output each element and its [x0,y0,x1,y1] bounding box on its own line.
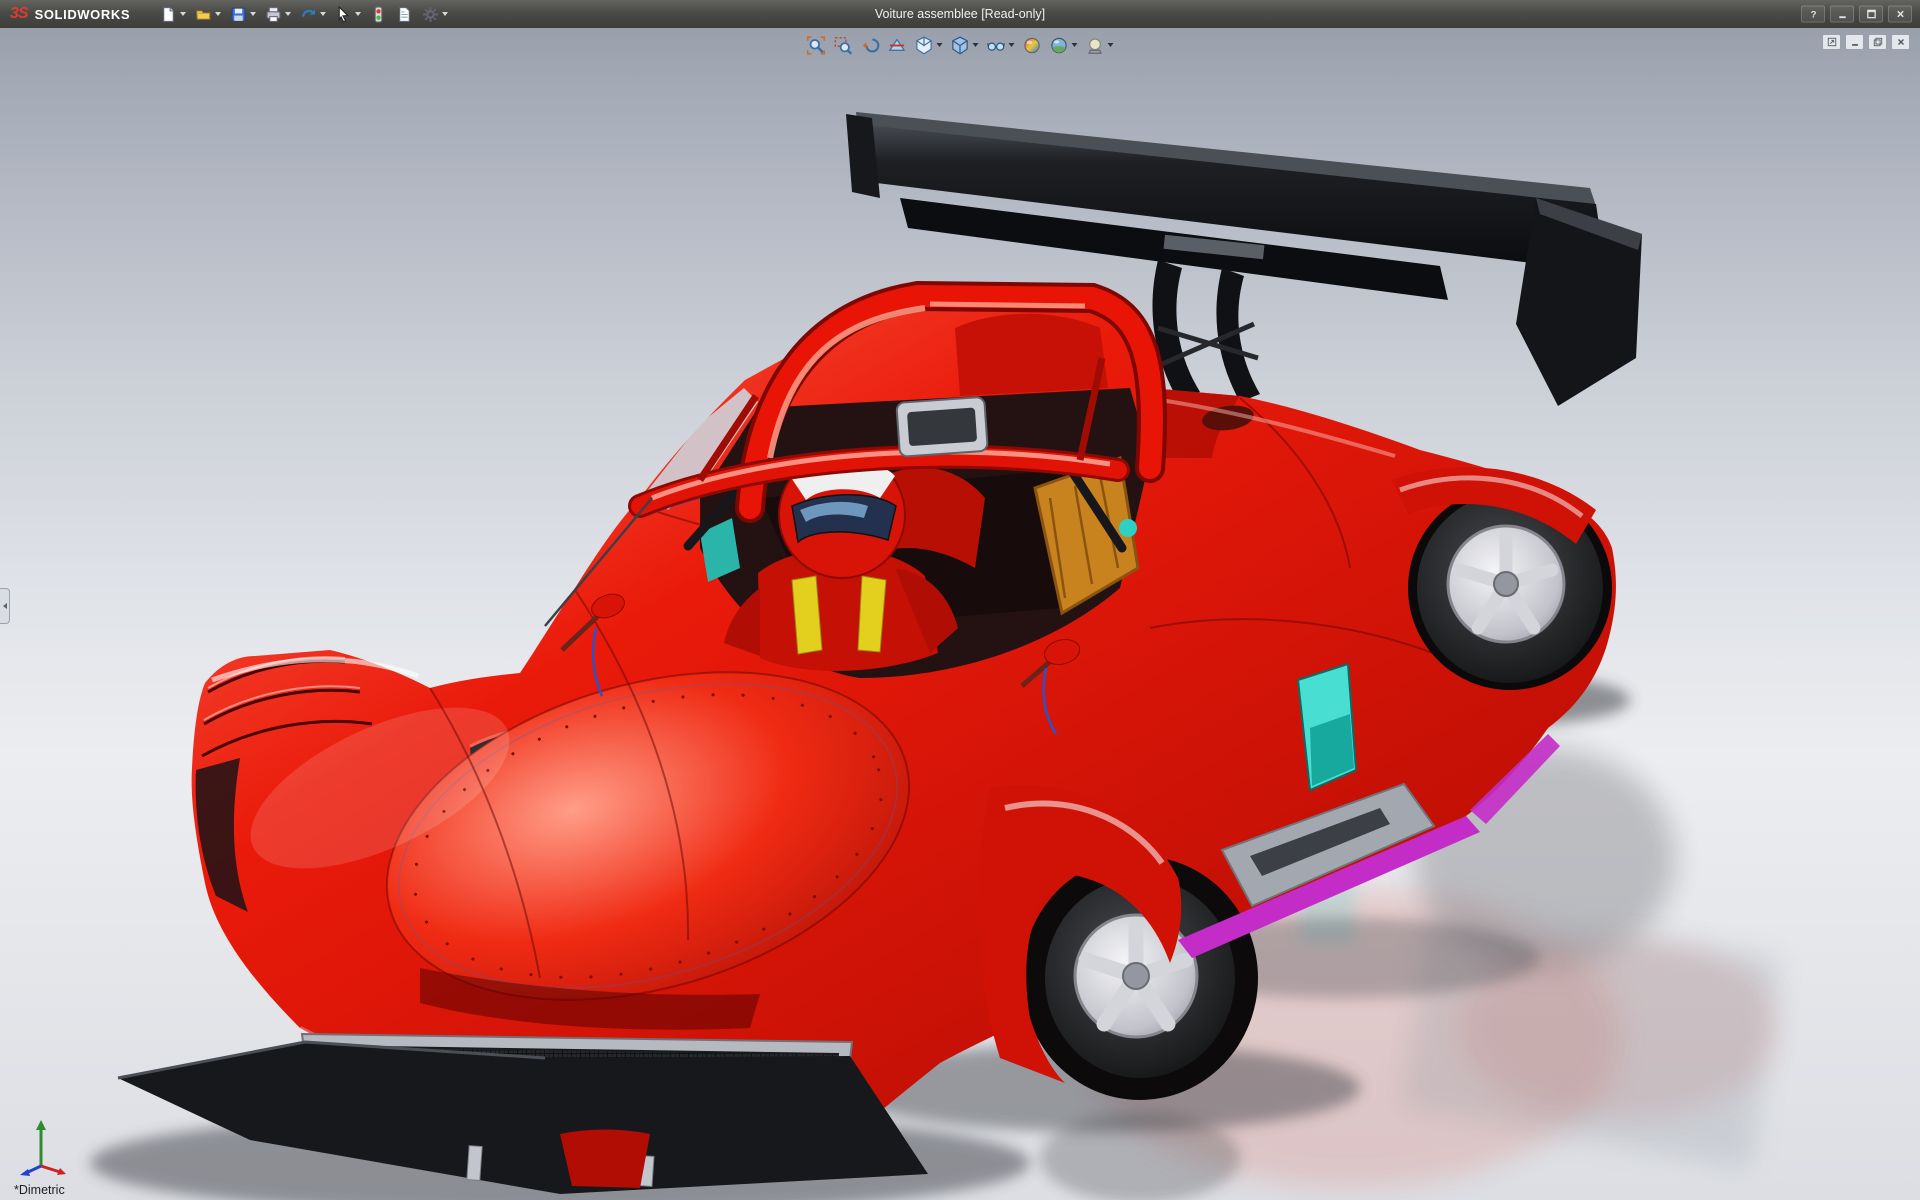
open-folder-icon [195,6,212,23]
edit-appearance-button[interactable] [1020,33,1045,57]
triad-x-axis [40,1164,66,1175]
previous-view-button[interactable] [858,33,883,57]
dropdown-caret-icon [180,12,187,16]
panel-collapse-tab[interactable] [0,588,10,624]
dropdown-caret-icon [1008,43,1015,47]
dropdown-caret-icon [355,12,362,16]
section-view-icon [888,36,907,55]
select-button[interactable] [331,3,365,25]
dropdown-caret-icon [1071,43,1078,47]
glasses-icon [987,36,1006,55]
rebuild-stoplight-icon [370,6,387,23]
dropdown-caret-icon [250,12,257,16]
zoom-to-area-button[interactable] [831,33,856,57]
view-orientation-button[interactable] [912,33,946,57]
document-window-controls [1822,34,1910,50]
solidworks-logo: 3S SOLIDWORKS [10,5,130,23]
apply-scene-button[interactable] [1047,33,1081,57]
graphics-area[interactable]: *Dimetric [0,28,1920,1200]
child-expand-button[interactable] [1822,34,1841,50]
child-restore-button[interactable] [1868,34,1887,50]
options-gear-icon [422,6,439,23]
print-button[interactable] [261,3,295,25]
options-button[interactable] [418,3,452,25]
view-orientation-label: *Dimetric [14,1183,65,1197]
triad-y-axis [36,1120,46,1166]
undo-button[interactable] [296,3,330,25]
car-model-render [90,112,1780,1200]
help-icon: ? [1808,9,1819,19]
child-close-button[interactable] [1891,34,1910,50]
dropdown-caret-icon [1107,43,1114,47]
save-button[interactable] [226,3,260,25]
win-max-icon [1866,9,1877,20]
file-properties-icon [396,6,413,23]
undo-arrow-icon [300,6,317,23]
dropdown-caret-icon [285,12,292,16]
triad-z-axis [20,1164,42,1176]
dassault-3ds-logo-mark: 3S [10,5,29,22]
printer-icon [265,6,282,23]
previous-view-icon [861,36,880,55]
minimize-button[interactable] [1830,5,1854,23]
heads-up-view-toolbar [804,33,1117,57]
dropdown-caret-icon [936,43,943,47]
appearance-ball-icon [1023,36,1042,55]
brand-name: SOLIDWORKS [34,6,131,22]
orientation-triad [20,1120,66,1176]
window-controls: ? [1801,5,1912,23]
select-cursor-icon [335,5,352,23]
dropdown-caret-icon [320,12,327,16]
help-button[interactable]: ? [1801,5,1825,23]
zoom-to-fit-button[interactable] [804,33,829,57]
open-button[interactable] [191,3,225,25]
zoom-area-icon [834,36,853,55]
title-bar: 3S SOLIDWORKS Voiture assemblee [Read-on… [0,0,1920,28]
display-style-icon [951,36,970,55]
maximize-button[interactable] [1859,5,1883,23]
win-restore-icon [1873,37,1883,47]
close-button[interactable] [1888,5,1912,23]
new-doc-icon [160,6,177,23]
view-settings-icon [1086,36,1105,55]
win-expand-icon [1827,37,1837,47]
view-cube-icon [915,36,934,55]
child-minimize-button[interactable] [1845,34,1864,50]
win-min-icon [1850,37,1860,47]
win-close-icon [1895,9,1906,20]
dropdown-caret-icon [215,12,222,16]
dropdown-caret-icon [972,43,979,47]
new-document-button[interactable] [156,3,190,25]
win-min-icon [1837,9,1848,20]
view-settings-button[interactable] [1083,33,1117,57]
section-view-button[interactable] [885,33,910,57]
rebuild-button[interactable] [366,3,391,25]
hide-show-items-button[interactable] [984,33,1018,57]
save-floppy-icon [230,6,247,23]
display-style-button[interactable] [948,33,982,57]
svg-text:?: ? [1810,9,1816,19]
dropdown-caret-icon [442,12,449,16]
document-title: Voiture assemblee [Read-only] [874,7,1046,21]
zoom-fit-icon [806,35,826,55]
file-properties-button[interactable] [392,3,417,25]
collapse-arrow-icon [2,602,8,610]
main-toolbar [156,3,452,25]
win-close-icon [1896,37,1906,47]
scene-ball-icon [1050,36,1069,55]
